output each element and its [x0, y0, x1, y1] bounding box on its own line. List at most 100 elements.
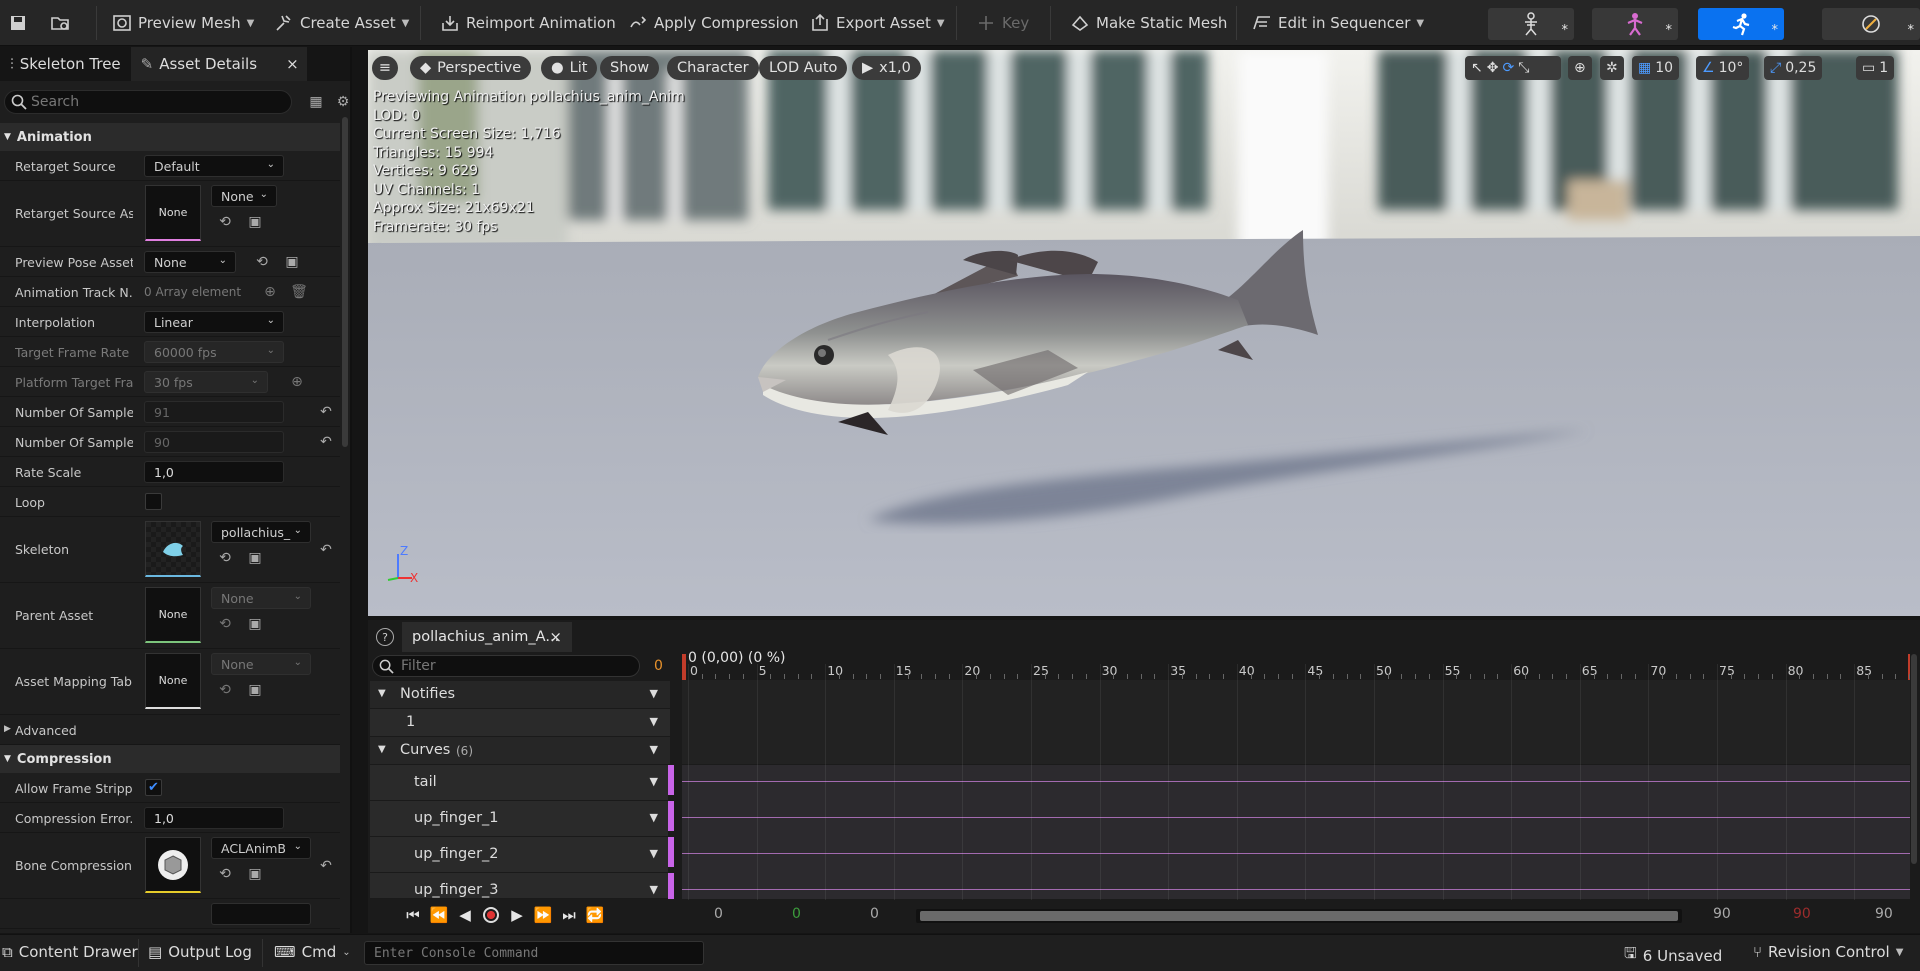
browse-asset-icon[interactable]: ▣ [283, 253, 301, 271]
export-asset-button[interactable]: Export Asset ▼ [804, 6, 951, 40]
curve-row-up-finger-1[interactable]: up_finger_1 ▼ [370, 801, 670, 837]
scale-icon[interactable]: ⤡ [1518, 60, 1529, 76]
use-selected-icon[interactable]: ⟲ [216, 549, 234, 567]
bone-compression-thumbnail[interactable] [145, 837, 201, 893]
category-animation[interactable]: ▼ Animation [0, 123, 340, 151]
reset-arrow-icon[interactable]: ↶ [317, 541, 335, 559]
animation-mode-button[interactable]: * [1698, 8, 1784, 40]
parent-asset-thumbnail[interactable]: None [145, 587, 201, 643]
loop-icon[interactable]: 🔁 [586, 906, 605, 924]
use-selected-icon[interactable]: ⟲ [216, 865, 234, 883]
preview-mesh-button[interactable]: Preview Mesh ▼ [106, 6, 260, 40]
apply-compression-button[interactable]: Apply Compression [622, 6, 804, 40]
add-element-icon[interactable]: ⊕ [261, 283, 279, 301]
view-end-value[interactable]: 90 [1713, 906, 1731, 922]
local-space-icon[interactable]: ⊕ [1568, 56, 1592, 80]
playhead[interactable] [682, 654, 686, 680]
revision-control-button[interactable]: ⑂ Revision Control ▼ [1753, 943, 1903, 961]
next-dropdown[interactable] [211, 903, 311, 925]
cmd-dropdown[interactable]: ⌨ Cmd ⌄ [274, 943, 351, 961]
key-button[interactable]: Key [970, 6, 1035, 40]
loop-checkbox[interactable] [145, 493, 162, 510]
platform-target-dropdown[interactable]: 30 fps ⌄ [144, 371, 268, 393]
create-asset-button[interactable]: Create Asset ▼ [268, 6, 415, 40]
curves-header[interactable]: ▼ Curves (6) ▼ [370, 737, 670, 765]
dropdown-arrow-icon[interactable]: ▼ [650, 687, 658, 700]
working-start-value[interactable]: 0 [792, 906, 812, 922]
dropdown-arrow-icon[interactable]: ▼ [650, 847, 658, 860]
timeline-ruler[interactable]: 0 (0,00) (0 %) [682, 650, 1910, 680]
browse-asset-icon[interactable]: ▣ [246, 549, 264, 567]
curve-row-up-finger-3[interactable]: up_finger_3 ▼ [370, 873, 670, 899]
range-slider-thumb[interactable] [920, 911, 1678, 921]
show-button[interactable]: Show [600, 56, 660, 80]
skip-to-end-icon[interactable]: ⏭ [560, 906, 578, 924]
details-search-input[interactable]: Search [4, 90, 292, 114]
help-icon[interactable]: ? [376, 628, 394, 646]
browse-asset-icon[interactable]: ▣ [246, 213, 264, 231]
asset-mapping-thumbnail[interactable]: None [145, 653, 201, 709]
preview-viewport[interactable]: ≡ ◆ Perspective ● Lit Show Character LOD A… [368, 50, 1920, 616]
browse-asset-icon[interactable]: ▣ [246, 865, 264, 883]
perspective-button[interactable]: ◆ Perspective [410, 56, 532, 80]
use-selected-icon[interactable]: ⟲ [216, 615, 234, 633]
asset-mapping-dropdown[interactable]: None ⌄ [211, 653, 311, 675]
gear-icon[interactable]: ⚙ [334, 93, 352, 111]
curve-row-up-finger-2[interactable]: up_finger_2 ▼ [370, 837, 670, 873]
retarget-asset-dropdown[interactable]: None ⌄ [211, 185, 277, 207]
allow-frame-checkbox[interactable]: ✔ [145, 779, 162, 796]
range-end-value[interactable]: 90 [1875, 906, 1893, 922]
view-start-value[interactable]: 0 [870, 906, 890, 922]
trash-icon[interactable]: 🗑 [290, 283, 308, 301]
step-forward-icon[interactable]: ⏩ [534, 906, 553, 924]
preview-pose-dropdown[interactable]: None ⌄ [144, 251, 236, 273]
grid-snap-button[interactable]: ▦ 10 [1632, 56, 1680, 80]
lod-auto-button[interactable]: LOD Auto [759, 56, 848, 80]
output-log-button[interactable]: ▤ Output Log [148, 943, 252, 961]
tab-asset-details[interactable]: ✎ Asset Details × [130, 47, 307, 81]
reimport-animation-button[interactable]: Reimport Animation [434, 6, 622, 40]
record-icon[interactable] [482, 906, 500, 924]
close-tab-icon[interactable]: × [549, 628, 562, 646]
close-tab-icon[interactable]: × [286, 55, 299, 73]
timeline-scrollbar[interactable] [1911, 654, 1917, 864]
reset-arrow-icon[interactable]: ↶ [317, 403, 335, 421]
filter-input[interactable]: Filter [372, 655, 640, 677]
rotate-icon[interactable]: ⟳ [1502, 60, 1514, 76]
camera-speed-button[interactable]: ▭ 1 [1856, 56, 1895, 80]
add-element-icon[interactable]: ⊕ [288, 373, 306, 391]
table-view-icon[interactable]: ▦ [307, 93, 325, 111]
step-back-icon[interactable]: ⏪ [430, 906, 449, 924]
skip-to-start-icon[interactable]: ⏮ [404, 906, 422, 924]
skeleton-mode-button[interactable]: * [1488, 8, 1574, 40]
parent-asset-dropdown[interactable]: None ⌄ [211, 587, 311, 609]
viewport-menu-button[interactable]: ≡ [372, 56, 398, 80]
use-selected-icon[interactable]: ⟲ [216, 681, 234, 699]
retarget-asset-thumbnail[interactable]: None [145, 185, 201, 241]
interpolation-dropdown[interactable]: Linear ⌄ [144, 311, 284, 333]
dropdown-arrow-icon[interactable]: ▼ [650, 715, 658, 728]
category-compression[interactable]: ▼ Compression [0, 745, 340, 773]
dropdown-arrow-icon[interactable]: ▼ [650, 811, 658, 824]
make-static-mesh-button[interactable]: Make Static Mesh [1064, 6, 1233, 40]
range-slider[interactable] [916, 909, 1682, 923]
dropdown-arrow-icon[interactable]: ▼ [650, 775, 658, 788]
surface-snap-icon[interactable]: ✲ [1600, 56, 1624, 80]
browse-folder-icon[interactable] [44, 6, 76, 40]
details-scrollbar[interactable] [342, 117, 348, 447]
save-icon[interactable] [2, 6, 34, 40]
browse-asset-icon[interactable]: ▣ [246, 681, 264, 699]
character-button[interactable]: Character [667, 56, 759, 80]
content-drawer-button[interactable]: ⧉ Content Drawer [2, 943, 138, 961]
compression-error-input[interactable]: 1,0 [144, 807, 284, 829]
dropdown-arrow-icon[interactable]: ▼ [650, 743, 658, 756]
use-selected-icon[interactable]: ⟲ [253, 253, 271, 271]
reset-arrow-icon[interactable]: ↶ [317, 857, 335, 875]
skeleton-dropdown[interactable]: pollachius_ ⌄ [211, 521, 311, 543]
curve-track-area[interactable] [682, 765, 1910, 899]
console-input[interactable]: Enter Console Command [364, 941, 704, 965]
reset-arrow-icon[interactable]: ↶ [317, 433, 335, 451]
unsaved-button[interactable]: 🖫 6 Unsaved [1624, 943, 1722, 968]
edit-in-sequencer-button[interactable]: Edit in Sequencer ▼ [1246, 6, 1430, 40]
category-advanced[interactable]: ▶ Advanced [0, 715, 340, 745]
